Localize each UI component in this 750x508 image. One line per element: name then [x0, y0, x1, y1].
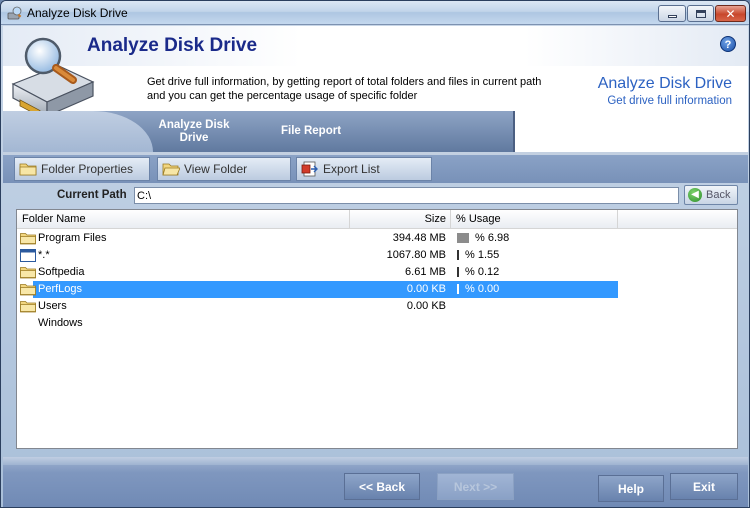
- close-icon: ✕: [725, 6, 736, 21]
- folder-icon: [20, 300, 36, 313]
- column-folder-name[interactable]: Folder Name: [17, 210, 350, 228]
- minimize-button[interactable]: [658, 5, 686, 22]
- close-button[interactable]: ✕: [715, 5, 746, 22]
- export-list-label: Export List: [323, 162, 380, 176]
- folder-icon: [20, 283, 36, 296]
- row-usage: % 1.55: [457, 249, 499, 261]
- table-row[interactable]: Users 0.00 KB: [17, 298, 737, 315]
- help-button[interactable]: Help: [598, 475, 664, 502]
- folder-list[interactable]: Folder Name Size % Usage Program Files 39…: [16, 209, 738, 449]
- usage-bar: [457, 267, 459, 277]
- row-size: 1067.80 MB: [386, 249, 446, 261]
- selection-highlight: [33, 281, 618, 298]
- file-icon: [20, 249, 36, 262]
- row-folder-name: *.*: [38, 249, 50, 261]
- path-back-button[interactable]: ◀ Back: [684, 185, 738, 205]
- footer-bar: << Back Next >> Help Exit: [3, 457, 748, 507]
- row-size: 0.00 KB: [406, 283, 446, 295]
- table-row[interactable]: Program Files 394.48 MB % 6.98: [17, 230, 737, 247]
- exit-button[interactable]: Exit: [670, 473, 738, 500]
- column-empty[interactable]: [618, 210, 737, 228]
- row-size: 394.48 MB: [392, 232, 446, 244]
- table-row[interactable]: Windows: [17, 315, 737, 332]
- folder-properties-label: Folder Properties: [41, 162, 134, 176]
- disk-drive-icon: [11, 37, 95, 118]
- path-back-label: Back: [706, 189, 731, 201]
- view-folder-button[interactable]: View Folder: [157, 157, 291, 181]
- row-usage-text: % 1.55: [465, 249, 500, 261]
- row-usage: % 0.12: [457, 266, 499, 278]
- tab-analyze-disk-drive[interactable]: Analyze Disk Drive: [149, 119, 239, 145]
- row-size: 6.61 MB: [405, 266, 446, 278]
- column-size[interactable]: Size: [350, 210, 451, 228]
- list-header: Folder Name Size % Usage: [17, 210, 737, 229]
- row-folder-name: Users: [38, 300, 67, 312]
- table-row[interactable]: Softpedia 6.61 MB % 0.12: [17, 264, 737, 281]
- folder-icon: [20, 266, 36, 279]
- open-folder-icon: [162, 163, 180, 176]
- header-right-subtitle: Get drive full information: [607, 95, 732, 107]
- usage-bar: [457, 250, 459, 260]
- header-description: Get drive full information, by getting r…: [147, 76, 542, 102]
- header-panel: Analyze Disk Drive ? Get drive full info…: [3, 26, 748, 152]
- nav-tabs: Analyze Disk Drive File Report: [3, 111, 515, 152]
- folder-properties-icon: [19, 163, 37, 176]
- window-title: Analyze Disk Drive: [27, 6, 128, 20]
- row-usage: % 0.00: [457, 283, 499, 295]
- row-usage: % 6.98: [457, 232, 509, 244]
- toolbar: Folder Properties View Folder Export Lis…: [3, 155, 748, 183]
- usage-bar: [457, 284, 459, 294]
- row-folder-name: Softpedia: [38, 266, 85, 278]
- view-folder-label: View Folder: [184, 162, 248, 176]
- row-folder-name: Program Files: [38, 232, 107, 244]
- maximize-button[interactable]: [687, 5, 714, 22]
- next-button[interactable]: Next >>: [437, 473, 514, 500]
- header-right-title: Analyze Disk Drive: [597, 75, 732, 92]
- column-usage[interactable]: % Usage: [451, 210, 618, 228]
- back-arrow-icon: ◀: [688, 188, 702, 202]
- row-folder-name: Windows: [38, 317, 83, 329]
- row-size: 0.00 KB: [406, 300, 446, 312]
- table-row[interactable]: PerfLogs 0.00 KB % 0.00: [17, 281, 737, 298]
- usage-bar: [457, 233, 469, 243]
- maximize-icon: [695, 9, 706, 18]
- export-icon: [301, 161, 318, 177]
- current-path-label: Current Path: [57, 189, 127, 201]
- folder-properties-button[interactable]: Folder Properties: [14, 157, 150, 181]
- current-path-input[interactable]: [134, 187, 679, 204]
- back-button[interactable]: << Back: [344, 473, 420, 500]
- help-icon[interactable]: ?: [720, 36, 736, 52]
- export-list-button[interactable]: Export List: [296, 157, 432, 181]
- row-folder-name: PerfLogs: [38, 283, 83, 295]
- page-title: Analyze Disk Drive: [87, 35, 258, 56]
- title-bar[interactable]: Analyze Disk Drive ✕: [1, 1, 749, 25]
- row-usage-text: % 6.98: [475, 232, 510, 244]
- row-usage-text: % 0.12: [465, 266, 500, 278]
- app-window: Analyze Disk Drive ✕ Analyze Disk Drive …: [0, 0, 750, 508]
- app-icon: [7, 6, 22, 20]
- tab-file-report[interactable]: File Report: [269, 125, 353, 138]
- table-row[interactable]: *.* 1067.80 MB % 1.55: [17, 247, 737, 264]
- row-usage-text: % 0.00: [465, 283, 500, 295]
- folder-icon: [20, 232, 36, 245]
- minimize-icon: [667, 15, 677, 18]
